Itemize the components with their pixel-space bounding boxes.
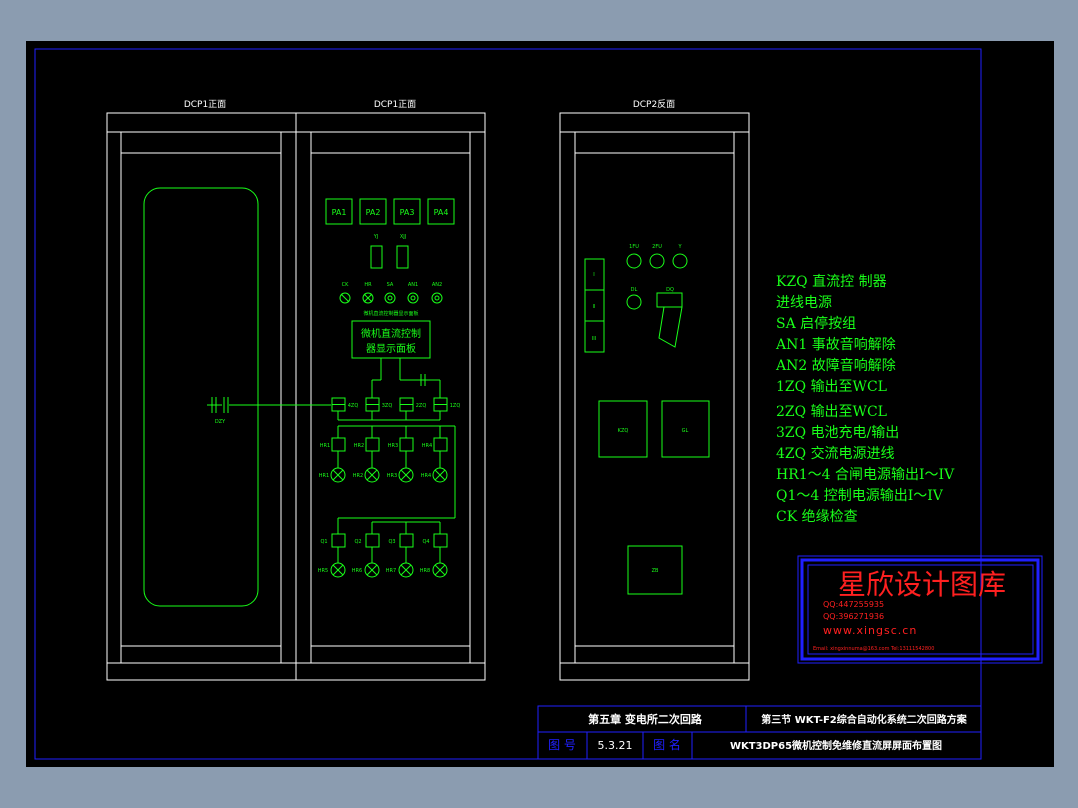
breaker-4zq-label: 4ZQ (348, 403, 359, 409)
switch-sa-label: SA (387, 282, 394, 288)
dcp1-left-title: DCP1正面 (184, 99, 226, 110)
legend-line-7: 2ZQ 输出至WCL (776, 404, 887, 420)
relay-xjj-label: XJJ (400, 234, 406, 240)
lamp-hr4-label: HR4 (421, 473, 431, 479)
legend-line-8: 3ZQ 电池充电/输出 (776, 425, 899, 441)
breaker-hr3-label: HR3 (388, 443, 398, 449)
legend-line-6: 1ZQ 输出至WCL (776, 379, 887, 395)
meter-row: PA1 PA2 PA3 PA4 (325, 198, 455, 225)
lamp-hr2-label: HR2 (353, 473, 363, 479)
dcp2-back-panel: DCP2反面 I II III 1FU 2FU Y DL DQ KZQ GL Z… (559, 99, 750, 681)
meter-pa3: PA3 (400, 208, 415, 217)
fig-no-value: 5.3.21 (598, 739, 633, 752)
breaker-q3-label: Q3 (388, 539, 395, 545)
dcp1-left-panel: DCP1正面 DZY (106, 99, 297, 681)
back-box-gl: GL (682, 428, 689, 434)
watermark-qq2: QQ:396271936 (823, 612, 884, 621)
back-row-i: I (593, 272, 594, 278)
lamp-hr3-label: HR3 (387, 473, 397, 479)
meter-pa4: PA4 (434, 208, 449, 217)
title-chapter: 第五章 变电所二次回路 (588, 712, 703, 726)
breaker-q4-label: Q4 (422, 539, 429, 545)
cad-drawing: DCP1正面 DZY DCP1正面 PA1 PA2 PA3 PA4 YJ XJJ… (34, 48, 1043, 760)
breaker-2zq-label: 2ZQ (416, 403, 427, 409)
legend-line-2: 进线电源 (776, 295, 832, 311)
title-section: 第三节 WKT-F2综合自动化系统二次回路方案 (761, 713, 968, 726)
back-row-ii: II (593, 304, 596, 310)
back-dl-label: DL (631, 287, 638, 293)
watermark-qq1: QQ:447255935 (823, 600, 884, 609)
back-dq-label: DQ (666, 287, 674, 293)
lamp-hr8-label: HR8 (420, 568, 430, 574)
fuse-y-label: Y (677, 244, 682, 250)
window-glass (143, 187, 259, 607)
legend-line-1: KZQ 直流控 制器 (776, 273, 887, 290)
title-block: 第五章 变电所二次回路 第三节 WKT-F2综合自动化系统二次回路方案 图 号 … (537, 705, 982, 760)
breaker-hr4-label: HR4 (422, 443, 432, 449)
lamp-hr5-label: HR5 (318, 568, 328, 574)
dcp2-title: DCP2反面 (633, 99, 675, 110)
watermark-stamp: 星欣设计图库 QQ:447255935 QQ:396271936 www.xin… (797, 555, 1043, 664)
switch-hr-label: HR (364, 282, 372, 288)
dzy-label: DZY (215, 419, 226, 425)
breaker-hr1-label: HR1 (320, 443, 330, 449)
breaker-q2-label: Q2 (354, 539, 361, 545)
breaker-q1-label: Q1 (320, 539, 327, 545)
fig-name-label: 图 名 (653, 737, 681, 752)
drawing-sheet: DCP1正面 DZY DCP1正面 PA1 PA2 PA3 PA4 YJ XJJ… (26, 41, 1054, 767)
dcp1-right-title: DCP1正面 (374, 99, 416, 110)
breaker-3zq-label: 3ZQ (382, 403, 393, 409)
fuse-1fu-label: 1FU (629, 244, 639, 250)
display-label-line1: 微机直流控制 (361, 327, 421, 340)
watermark-url: www.xingsc.cn (823, 624, 917, 637)
display-label-line2: 器显示面板 (366, 342, 416, 355)
legend-line-9: 4ZQ 交流电源进线 (776, 445, 895, 462)
breaker-row-top: 4ZQ 3ZQ 2ZQ 1ZQ (331, 397, 461, 421)
watermark-email: Email: xingxinnuma@163.com Tel:131115428… (813, 646, 934, 652)
legend-line-5: AN2 故障音响解除 (775, 357, 896, 374)
watermark-title: 星欣设计图库 (838, 568, 1006, 601)
legend-line-10: HR1～4 合闸电源输出I～IV (776, 467, 955, 483)
switch-ck-label: CK (342, 282, 349, 288)
relay-yj-label: YJ (373, 234, 379, 240)
legend-line-3: SA 启停按组 (776, 315, 856, 332)
meter-pa2: PA2 (366, 208, 381, 217)
lamp-hr7-label: HR7 (386, 568, 396, 574)
switch-row: CK HR SA AN1 AN2 微机直流控制器显示面板 (339, 282, 443, 317)
breaker-row-bottom: Q1 Q2 Q3 Q4 HR5 HR6 HR7 HR8 (318, 517, 455, 578)
relay-row: YJ XJJ (370, 234, 409, 269)
controller-display: 微机直流控制 器显示面板 (351, 320, 441, 398)
switch-caption: 微机直流控制器显示面板 (363, 310, 418, 317)
fig-no-label: 图 号 (548, 738, 576, 752)
fig-name-value: WKT3DP65微机控制免维修直流屏屏面布置图 (730, 739, 942, 752)
back-box-kzq: KZQ (618, 428, 629, 434)
lamp-hr1-label: HR1 (319, 473, 329, 479)
breaker-hr2-label: HR2 (354, 443, 364, 449)
legend-line-4: AN1 事故音响解除 (775, 336, 896, 353)
switch-an2-label: AN2 (432, 282, 442, 288)
legend-line-11: Q1～4 控制电源输出I～IV (776, 488, 944, 504)
meter-pa1: PA1 (332, 208, 347, 217)
lamp-hr6-label: HR6 (352, 568, 362, 574)
back-box-zb: ZB (652, 568, 659, 574)
breaker-row-mid: HR1 HR2 HR3 HR4 HR1 HR2 HR3 HR4 (319, 425, 456, 518)
dcp1-right-panel: DCP1正面 PA1 PA2 PA3 PA4 YJ XJJ CK HR SA A… (229, 99, 486, 681)
legend: KZQ 直流控 制器 进线电源 SA 启停按组 AN1 事故音响解除 AN2 故… (775, 273, 955, 525)
breaker-1zq-label: 1ZQ (450, 403, 461, 409)
switch-an1-label: AN1 (408, 282, 418, 288)
fuse-2fu-label: 2FU (652, 244, 662, 250)
back-row-iii: III (592, 336, 596, 342)
legend-line-12: CK 绝缘检查 (776, 509, 858, 525)
